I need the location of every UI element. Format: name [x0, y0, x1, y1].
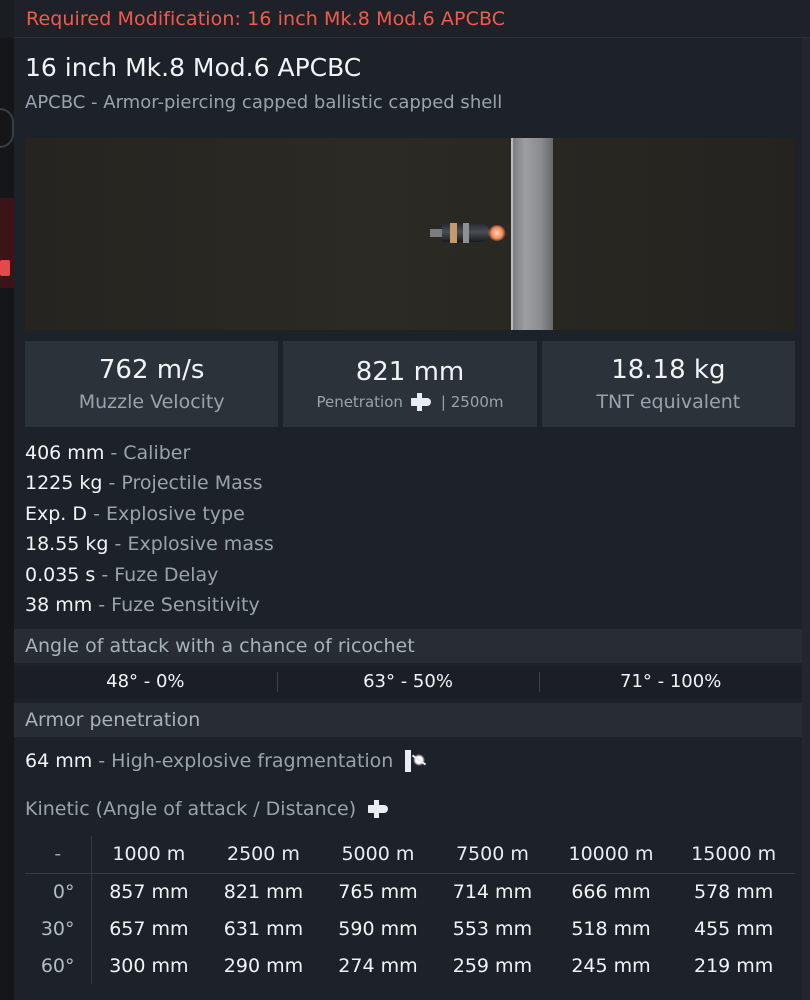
shell-penetration-image: [25, 138, 795, 330]
table-cell: 657 mm: [109, 917, 189, 940]
shell-name: 16 inch Mk.8 Mod.6 APCBC: [25, 53, 362, 82]
he-fragmentation-line: 64 mm - High-explosive fragmentation: [25, 748, 427, 774]
tnt-value: 18.18 kg: [611, 355, 726, 385]
background-right-strip: [802, 38, 810, 1000]
ricochet-cell: 63° - 50%: [276, 666, 540, 698]
lock-icon: [0, 260, 10, 276]
kinetic-title-line: Kinetic (Angle of attack / Distance): [25, 798, 392, 820]
ricochet-values-row: 48° - 0% 63° - 50% 71° - 100%: [14, 666, 802, 698]
table-header: -: [25, 836, 92, 874]
background-fragment: [0, 108, 14, 148]
ricochet-section-header: Angle of attack with a chance of ricoche…: [14, 629, 802, 663]
burst-icon: [403, 748, 427, 774]
property-caliber: 406 mm - Caliber: [25, 442, 191, 464]
property-explosive-type: Exp. D - Explosive type: [25, 502, 245, 525]
kinetic-title: Kinetic (Angle of attack / Distance): [25, 798, 357, 820]
required-modification-text: Required Modification: 16 inch Mk.8 Mod.…: [26, 7, 506, 30]
table-row: 60° 300 mm 290 mm 274 mm 259 mm 245 mm 2…: [25, 947, 795, 984]
penetration-distance: | 2500m: [440, 393, 504, 411]
table-cell: 274 mm: [338, 954, 418, 977]
table-cell: 857 mm: [109, 880, 189, 903]
background-left-strip: [0, 38, 14, 1000]
projectile-graphic: [420, 222, 510, 244]
table-cell: 0°: [25, 873, 92, 910]
he-description: - High-explosive fragmentation: [98, 750, 394, 772]
stat-boxes: 762 m/s Muzzle Velocity 821 mm Penetrati…: [25, 341, 795, 427]
table-header: 2500 m: [206, 836, 321, 874]
table-row: 0° 857 mm 821 mm 765 mm 714 mm 666 mm 57…: [25, 873, 795, 910]
shell-icon: [366, 800, 392, 818]
penetration-label-line: Penetration | 2500m: [316, 393, 504, 411]
tnt-equivalent-box: 18.18 kg TNT equivalent: [541, 341, 795, 427]
table-header: 15000 m: [672, 836, 795, 874]
table-cell: 714 mm: [452, 880, 533, 903]
table-cell: 300 mm: [109, 954, 189, 977]
ricochet-cell: 48° - 0%: [106, 671, 185, 692]
table-cell: 590 mm: [338, 917, 418, 940]
property-fuze-sensitivity: 38 mm - Fuze Sensitivity: [25, 593, 260, 616]
table-cell: 553 mm: [452, 917, 533, 940]
armor-penetration-header: Armor penetration: [14, 703, 802, 737]
property-projectile-mass: 1225 kg - Projectile Mass: [25, 472, 263, 495]
property-fuze-delay: 0.035 s - Fuze Delay: [25, 563, 219, 586]
kinetic-penetration-table: - 1000 m 2500 m 5000 m 7500 m 10000 m 15…: [25, 836, 795, 984]
table-cell: 578 mm: [693, 880, 774, 903]
table-header: 5000 m: [320, 836, 436, 874]
armor-plate-graphic: [511, 138, 553, 330]
penetration-label: Penetration: [316, 393, 403, 411]
table-cell: 219 mm: [693, 954, 774, 977]
property-explosive-mass: 18.55 kg - Explosive mass: [25, 533, 274, 556]
ricochet-cell: 71° - 100%: [539, 666, 802, 698]
table-cell: 821 mm: [223, 880, 304, 903]
table-cell: 30°: [25, 910, 92, 947]
muzzle-velocity-value: 762 m/s: [98, 355, 205, 385]
required-modification-bar: Required Modification: 16 inch Mk.8 Mod.…: [14, 0, 810, 38]
shell-type-description: APCBC - Armor-piercing capped ballistic …: [25, 92, 503, 113]
table-row: 30° 657 mm 631 mm 590 mm 553 mm 518 mm 4…: [25, 910, 795, 947]
shell-icon: [409, 393, 435, 411]
table-cell: 245 mm: [571, 954, 651, 977]
shell-properties-list: 406 mm - Caliber 1225 kg - Projectile Ma…: [25, 438, 274, 620]
he-value: 64 mm: [25, 750, 93, 772]
table-cell: 259 mm: [452, 954, 533, 977]
table-cell: 765 mm: [338, 880, 418, 903]
table-header: 10000 m: [549, 836, 673, 874]
tnt-label: TNT equivalent: [596, 391, 741, 413]
penetration-value: 821 mm: [355, 357, 465, 387]
table-header-row: - 1000 m 2500 m 5000 m 7500 m 10000 m 15…: [25, 836, 795, 874]
table-cell: 518 mm: [571, 917, 651, 940]
table-cell: 290 mm: [223, 954, 304, 977]
table-cell: 455 mm: [693, 917, 774, 940]
table-header: 1000 m: [91, 836, 207, 874]
shell-tooltip-panel: 16 inch Mk.8 Mod.6 APCBC APCBC - Armor-p…: [14, 38, 802, 1000]
muzzle-velocity-label: Muzzle Velocity: [78, 391, 225, 413]
table-cell: 60°: [25, 947, 92, 984]
table-header: 7500 m: [435, 836, 550, 874]
table-cell: 631 mm: [223, 917, 304, 940]
penetration-box: 821 mm Penetration | 2500m: [283, 341, 537, 427]
table-cell: 666 mm: [571, 880, 651, 903]
muzzle-velocity-box: 762 m/s Muzzle Velocity: [25, 341, 279, 427]
